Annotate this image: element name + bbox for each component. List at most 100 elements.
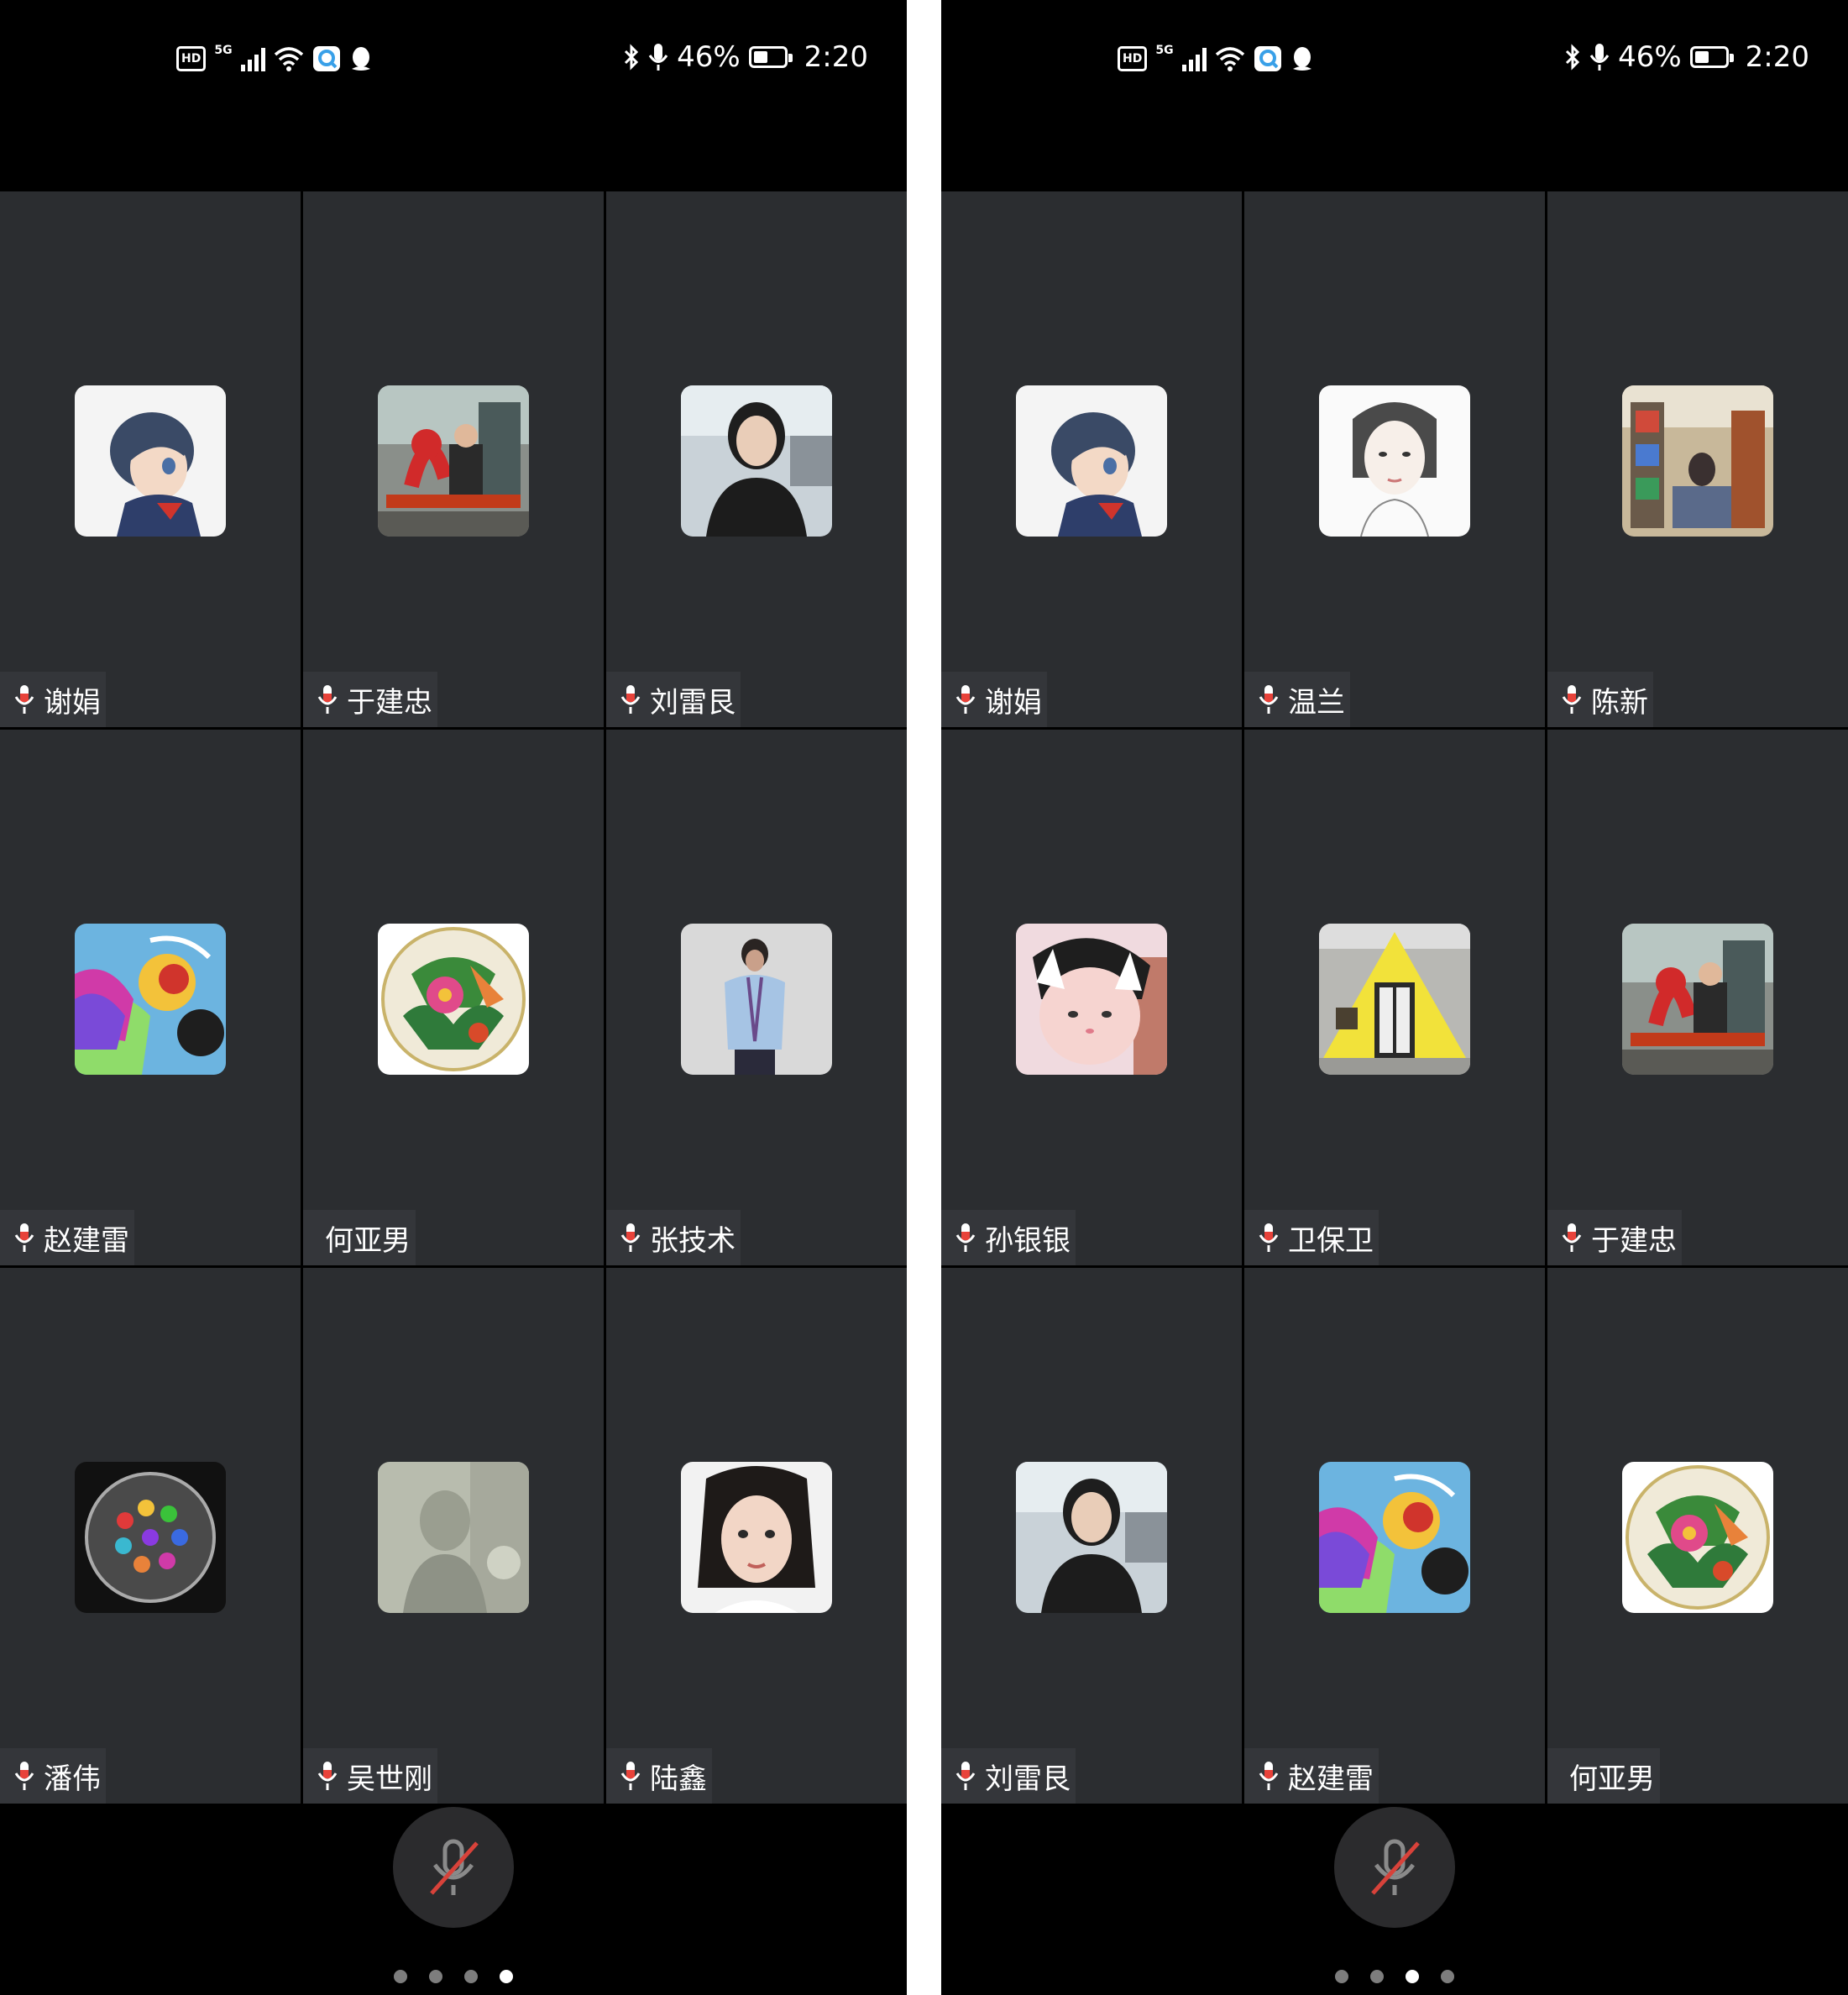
participant-tile[interactable]: 陆鑫 (606, 1268, 907, 1804)
participant-tile[interactable]: 赵建雷 (1244, 1268, 1545, 1804)
microphone-icon (1258, 683, 1280, 715)
participant-tile[interactable]: 吴世刚 (303, 1268, 604, 1804)
qq-icon (1292, 47, 1311, 71)
participant-tile[interactable]: 刘雷艮 (606, 191, 907, 727)
battery-level (753, 51, 767, 63)
participant-name: 温兰 (1288, 685, 1345, 720)
avatar (681, 385, 832, 537)
participant-tile[interactable]: 潘伟 (0, 1268, 301, 1804)
microphone-icon (13, 1760, 35, 1792)
participant-name: 谢娟 (985, 685, 1042, 720)
battery-level (1694, 51, 1709, 63)
avatar (1622, 1462, 1773, 1613)
participant-name: 吴世刚 (347, 1762, 432, 1796)
participant-name: 刘雷艮 (985, 1762, 1071, 1796)
status-right: 46% 2:20 (623, 37, 868, 77)
participant-tile[interactable]: 何亚男 (303, 730, 604, 1265)
participant-name: 潘伟 (44, 1762, 101, 1796)
participant-tile[interactable]: 于建忠 (303, 191, 604, 727)
avatar (1016, 385, 1167, 537)
phone-screen-right: HD 5G 46% 2:20 谢娟 温兰 陈新 孙银银 卫保卫 于建忠 刘雷艮 … (941, 0, 1848, 1995)
qq-icon (351, 47, 370, 71)
cell-signal-icon (1181, 46, 1207, 71)
microphone-icon (955, 1222, 976, 1254)
participant-tile[interactable]: 何亚男 (1547, 1268, 1848, 1804)
microphone-status-icon (1589, 44, 1610, 71)
page-dot[interactable] (1370, 1970, 1384, 1983)
participant-name: 于建忠 (347, 685, 432, 720)
participant-name-chip: 刘雷艮 (941, 1748, 1076, 1804)
page-dot[interactable] (464, 1970, 478, 1983)
participant-name-chip: 何亚男 (1547, 1748, 1660, 1804)
participant-tile[interactable]: 张技术 (606, 730, 907, 1265)
bluetooth-icon (1566, 44, 1580, 71)
avatar (1319, 1462, 1470, 1613)
microphone-icon (317, 683, 338, 715)
page-dot[interactable] (1441, 1970, 1454, 1983)
avatar (378, 1462, 529, 1613)
app-notification-icon (1254, 46, 1281, 71)
participant-name-chip: 温兰 (1244, 672, 1350, 727)
battery-icon (748, 46, 793, 68)
page-dot-active[interactable] (500, 1970, 513, 1983)
microphone-icon (620, 1760, 641, 1792)
clock: 2:20 (804, 40, 868, 74)
participant-name: 赵建雷 (1288, 1762, 1374, 1796)
participant-tile[interactable]: 于建忠 (1547, 730, 1848, 1265)
microphone-muted-icon (430, 1839, 479, 1895)
participant-name: 陆鑫 (650, 1762, 707, 1796)
participant-name-chip: 赵建雷 (0, 1210, 134, 1265)
participant-tile[interactable]: 卫保卫 (1244, 730, 1545, 1265)
microphone-icon (317, 1760, 338, 1792)
app-notification-icon (312, 46, 340, 71)
battery-percent: 46% (677, 40, 741, 74)
avatar (378, 924, 529, 1075)
microphone-icon (620, 683, 641, 715)
participant-tile[interactable]: 刘雷艮 (941, 1268, 1242, 1804)
participant-name-chip: 陈新 (1547, 672, 1653, 727)
participant-tile[interactable]: 谢娟 (941, 191, 1242, 727)
microphone-icon (620, 1222, 641, 1254)
participant-grid: 谢娟 温兰 陈新 孙银银 卫保卫 于建忠 刘雷艮 赵建雷 何亚男 (941, 191, 1848, 1804)
avatar (75, 1462, 226, 1613)
avatar (1622, 924, 1773, 1075)
hd-icon: HD (1118, 46, 1148, 71)
participant-name-chip: 潘伟 (0, 1748, 106, 1804)
wifi-icon (274, 47, 303, 71)
participant-name: 陈新 (1591, 685, 1648, 720)
participant-name: 刘雷艮 (650, 685, 736, 720)
avatar (1622, 385, 1773, 537)
avatar (378, 385, 529, 537)
page-dot-active[interactable] (1406, 1970, 1419, 1983)
microphone-status-icon (648, 44, 668, 71)
page-dot[interactable] (429, 1970, 442, 1983)
status-left-icons: HD 5G (1118, 42, 1314, 76)
participant-tile[interactable]: 孙银银 (941, 730, 1242, 1265)
status-left-icons: HD 5G (176, 42, 373, 76)
participant-name-chip: 赵建雷 (1244, 1748, 1379, 1804)
participant-name-chip: 孙银银 (941, 1210, 1076, 1265)
participant-name-chip: 陆鑫 (606, 1748, 712, 1804)
avatar (1016, 924, 1167, 1075)
participant-tile[interactable]: 温兰 (1244, 191, 1545, 727)
participant-grid: 谢娟 于建忠 刘雷艮 赵建雷 何亚男 张技术 潘伟 吴世刚 陆鑫 (0, 191, 907, 1804)
microphone-icon (13, 1222, 35, 1254)
participant-tile[interactable]: 谢娟 (0, 191, 301, 727)
5g-icon: 5G (214, 44, 233, 57)
mute-button[interactable] (1334, 1807, 1455, 1928)
participant-tile[interactable]: 赵建雷 (0, 730, 301, 1265)
wifi-icon (1215, 47, 1244, 71)
avatar (1319, 924, 1470, 1075)
microphone-icon (955, 683, 976, 715)
participant-name-chip: 谢娟 (0, 672, 106, 727)
page-indicator (0, 1970, 907, 1983)
page-dot[interactable] (394, 1970, 407, 1983)
participant-name-chip: 张技术 (606, 1210, 741, 1265)
avatar (1319, 385, 1470, 537)
mute-button[interactable] (393, 1807, 514, 1928)
participant-tile[interactable]: 陈新 (1547, 191, 1848, 727)
page-dot[interactable] (1335, 1970, 1348, 1983)
participant-name-chip: 于建忠 (1547, 1210, 1682, 1265)
microphone-icon (13, 683, 35, 715)
participant-name-chip: 于建忠 (303, 672, 437, 727)
